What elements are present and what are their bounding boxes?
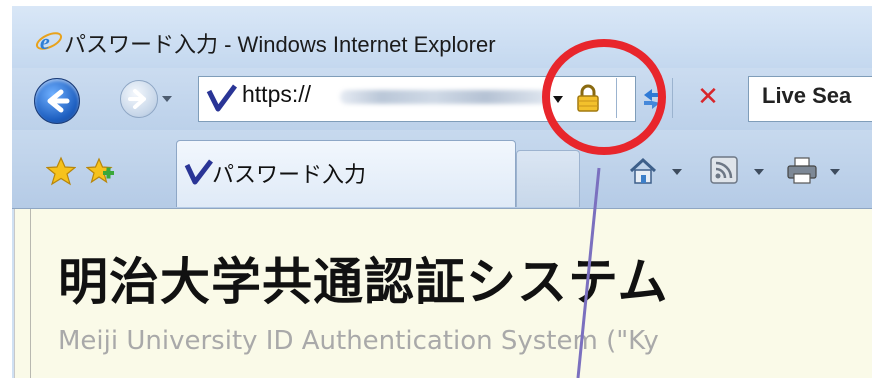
annotation-pointer-line xyxy=(576,167,601,378)
annotation-circle xyxy=(542,39,666,155)
annotation-overlay xyxy=(542,39,666,378)
